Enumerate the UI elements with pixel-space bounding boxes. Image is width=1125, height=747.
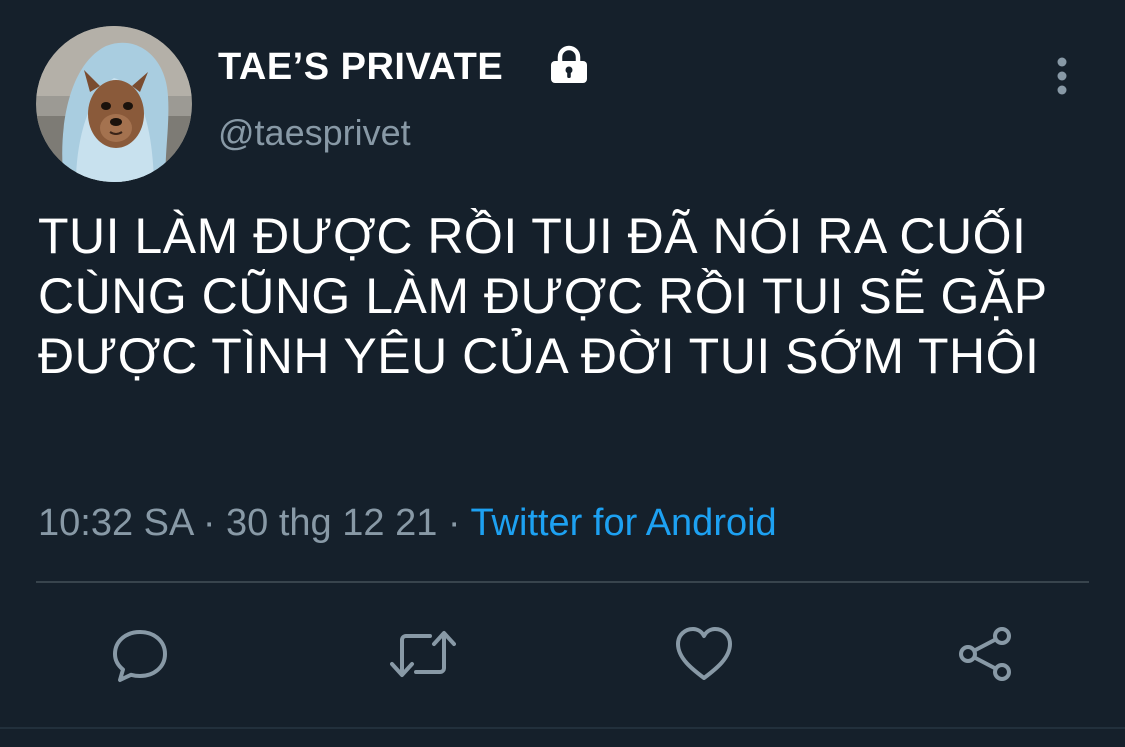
avatar[interactable] — [36, 26, 192, 182]
tweet-text: TUI LÀM ĐƯỢC RỒI TUI ĐÃ NÓI RA CUỐI CÙNG… — [38, 208, 1047, 384]
dog-in-hoodie-avatar-image — [36, 26, 192, 182]
tweet-time: 10:32 SA — [38, 502, 193, 544]
reply-icon — [113, 630, 167, 682]
heart-icon — [676, 627, 732, 680]
share-icon — [959, 627, 1011, 681]
tweet-date: 30 thg 12 21 — [226, 502, 438, 544]
meta-separator: · — [202, 502, 216, 544]
user-handle[interactable]: @taesprivet — [218, 110, 411, 156]
tweet-meta: 10:32 SA · 30 thg 12 21 · Twitter for An… — [38, 500, 777, 546]
bottom-divider — [0, 727, 1125, 729]
share-button[interactable] — [956, 624, 1016, 684]
display-name[interactable]: TAE’S PRIVATE — [218, 44, 503, 90]
tweet-source-link[interactable]: Twitter for Android — [470, 502, 776, 544]
like-button[interactable] — [674, 624, 734, 684]
meta-separator: · — [447, 502, 461, 544]
tweet: TAE’S PRIVATE @taesprivet TUI LÀM ĐƯỢC R… — [0, 0, 1125, 747]
lock-icon — [548, 44, 590, 86]
divider — [36, 581, 1089, 583]
more-options-icon[interactable] — [1048, 54, 1076, 98]
retweet-button[interactable] — [390, 624, 456, 684]
retweet-icon — [390, 631, 456, 677]
reply-button[interactable] — [110, 624, 170, 684]
